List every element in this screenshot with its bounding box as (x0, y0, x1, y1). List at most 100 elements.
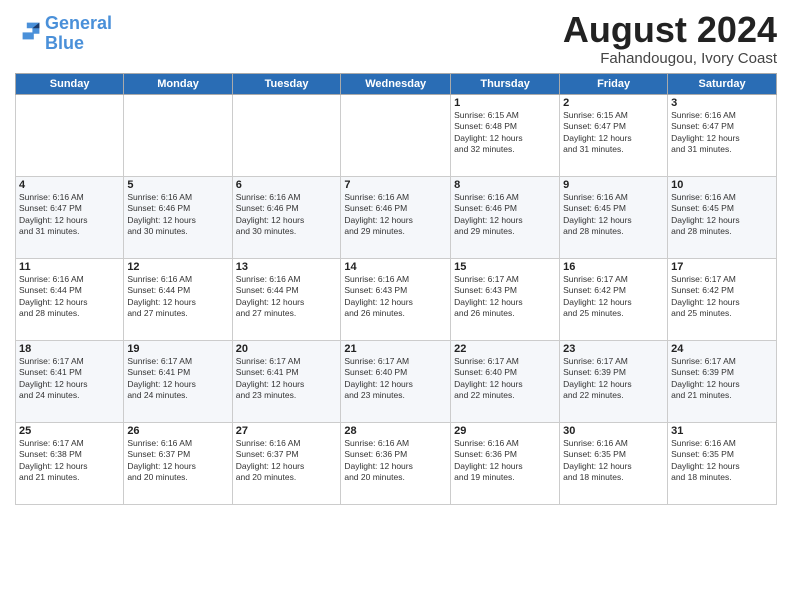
calendar-header-row: SundayMondayTuesdayWednesdayThursdayFrid… (16, 73, 777, 94)
day-number: 1 (454, 97, 556, 109)
logo-line1: General (45, 13, 112, 33)
day-info: Sunrise: 6:17 AM Sunset: 6:41 PM Dayligh… (236, 356, 338, 402)
day-info: Sunrise: 6:15 AM Sunset: 6:48 PM Dayligh… (454, 110, 556, 156)
day-number: 5 (127, 179, 228, 191)
day-number: 23 (563, 343, 664, 355)
calendar-cell: 14Sunrise: 6:16 AM Sunset: 6:43 PM Dayli… (341, 258, 451, 340)
page: General Blue August 2024 Fahandougou, Iv… (0, 0, 792, 612)
subtitle: Fahandougou, Ivory Coast (563, 50, 777, 67)
logo: General Blue (15, 14, 112, 54)
main-title: August 2024 (563, 10, 777, 50)
day-number: 13 (236, 261, 338, 273)
day-number: 20 (236, 343, 338, 355)
weekday-header: Thursday (451, 73, 560, 94)
calendar-week-row: 4Sunrise: 6:16 AM Sunset: 6:47 PM Daylig… (16, 176, 777, 258)
calendar-cell: 30Sunrise: 6:16 AM Sunset: 6:35 PM Dayli… (560, 422, 668, 504)
day-info: Sunrise: 6:17 AM Sunset: 6:42 PM Dayligh… (671, 274, 773, 320)
logo-line2: Blue (45, 33, 84, 53)
calendar-week-row: 11Sunrise: 6:16 AM Sunset: 6:44 PM Dayli… (16, 258, 777, 340)
day-info: Sunrise: 6:16 AM Sunset: 6:45 PM Dayligh… (563, 192, 664, 238)
calendar-cell: 6Sunrise: 6:16 AM Sunset: 6:46 PM Daylig… (232, 176, 341, 258)
day-number: 8 (454, 179, 556, 191)
day-info: Sunrise: 6:17 AM Sunset: 6:39 PM Dayligh… (671, 356, 773, 402)
calendar-cell: 8Sunrise: 6:16 AM Sunset: 6:46 PM Daylig… (451, 176, 560, 258)
day-number: 26 (127, 425, 228, 437)
calendar-cell: 29Sunrise: 6:16 AM Sunset: 6:36 PM Dayli… (451, 422, 560, 504)
calendar-cell: 20Sunrise: 6:17 AM Sunset: 6:41 PM Dayli… (232, 340, 341, 422)
calendar-cell: 10Sunrise: 6:16 AM Sunset: 6:45 PM Dayli… (668, 176, 777, 258)
day-number: 18 (19, 343, 120, 355)
weekday-header: Friday (560, 73, 668, 94)
day-number: 29 (454, 425, 556, 437)
day-number: 6 (236, 179, 338, 191)
calendar-cell (232, 94, 341, 176)
day-info: Sunrise: 6:16 AM Sunset: 6:45 PM Dayligh… (671, 192, 773, 238)
calendar-cell: 11Sunrise: 6:16 AM Sunset: 6:44 PM Dayli… (16, 258, 124, 340)
day-number: 2 (563, 97, 664, 109)
day-info: Sunrise: 6:17 AM Sunset: 6:41 PM Dayligh… (127, 356, 228, 402)
day-info: Sunrise: 6:16 AM Sunset: 6:35 PM Dayligh… (671, 438, 773, 484)
day-info: Sunrise: 6:16 AM Sunset: 6:37 PM Dayligh… (127, 438, 228, 484)
calendar-week-row: 25Sunrise: 6:17 AM Sunset: 6:38 PM Dayli… (16, 422, 777, 504)
day-info: Sunrise: 6:15 AM Sunset: 6:47 PM Dayligh… (563, 110, 664, 156)
calendar-cell: 2Sunrise: 6:15 AM Sunset: 6:47 PM Daylig… (560, 94, 668, 176)
calendar-cell: 23Sunrise: 6:17 AM Sunset: 6:39 PM Dayli… (560, 340, 668, 422)
day-info: Sunrise: 6:17 AM Sunset: 6:42 PM Dayligh… (563, 274, 664, 320)
day-number: 9 (563, 179, 664, 191)
day-info: Sunrise: 6:16 AM Sunset: 6:44 PM Dayligh… (236, 274, 338, 320)
calendar-cell: 19Sunrise: 6:17 AM Sunset: 6:41 PM Dayli… (124, 340, 232, 422)
weekday-header: Monday (124, 73, 232, 94)
day-info: Sunrise: 6:16 AM Sunset: 6:37 PM Dayligh… (236, 438, 338, 484)
calendar-cell: 16Sunrise: 6:17 AM Sunset: 6:42 PM Dayli… (560, 258, 668, 340)
day-number: 28 (344, 425, 447, 437)
calendar-cell: 9Sunrise: 6:16 AM Sunset: 6:45 PM Daylig… (560, 176, 668, 258)
calendar-cell: 22Sunrise: 6:17 AM Sunset: 6:40 PM Dayli… (451, 340, 560, 422)
weekday-header: Sunday (16, 73, 124, 94)
weekday-header: Tuesday (232, 73, 341, 94)
day-number: 4 (19, 179, 120, 191)
day-info: Sunrise: 6:16 AM Sunset: 6:47 PM Dayligh… (671, 110, 773, 156)
day-info: Sunrise: 6:16 AM Sunset: 6:43 PM Dayligh… (344, 274, 447, 320)
logo-icon (17, 17, 45, 45)
day-info: Sunrise: 6:16 AM Sunset: 6:36 PM Dayligh… (344, 438, 447, 484)
day-info: Sunrise: 6:16 AM Sunset: 6:46 PM Dayligh… (344, 192, 447, 238)
day-number: 31 (671, 425, 773, 437)
day-number: 12 (127, 261, 228, 273)
day-info: Sunrise: 6:16 AM Sunset: 6:46 PM Dayligh… (454, 192, 556, 238)
calendar-cell (16, 94, 124, 176)
day-number: 21 (344, 343, 447, 355)
calendar-cell: 17Sunrise: 6:17 AM Sunset: 6:42 PM Dayli… (668, 258, 777, 340)
day-number: 15 (454, 261, 556, 273)
calendar-cell: 3Sunrise: 6:16 AM Sunset: 6:47 PM Daylig… (668, 94, 777, 176)
calendar-cell (341, 94, 451, 176)
calendar-cell: 5Sunrise: 6:16 AM Sunset: 6:46 PM Daylig… (124, 176, 232, 258)
calendar-cell: 1Sunrise: 6:15 AM Sunset: 6:48 PM Daylig… (451, 94, 560, 176)
calendar-cell: 7Sunrise: 6:16 AM Sunset: 6:46 PM Daylig… (341, 176, 451, 258)
day-info: Sunrise: 6:17 AM Sunset: 6:40 PM Dayligh… (344, 356, 447, 402)
logo-text: General Blue (45, 14, 112, 54)
calendar-cell (124, 94, 232, 176)
calendar-cell: 4Sunrise: 6:16 AM Sunset: 6:47 PM Daylig… (16, 176, 124, 258)
calendar-week-row: 1Sunrise: 6:15 AM Sunset: 6:48 PM Daylig… (16, 94, 777, 176)
day-number: 7 (344, 179, 447, 191)
day-info: Sunrise: 6:16 AM Sunset: 6:36 PM Dayligh… (454, 438, 556, 484)
day-info: Sunrise: 6:17 AM Sunset: 6:38 PM Dayligh… (19, 438, 120, 484)
day-info: Sunrise: 6:16 AM Sunset: 6:44 PM Dayligh… (127, 274, 228, 320)
calendar-cell: 21Sunrise: 6:17 AM Sunset: 6:40 PM Dayli… (341, 340, 451, 422)
day-info: Sunrise: 6:16 AM Sunset: 6:35 PM Dayligh… (563, 438, 664, 484)
calendar-cell: 28Sunrise: 6:16 AM Sunset: 6:36 PM Dayli… (341, 422, 451, 504)
day-info: Sunrise: 6:16 AM Sunset: 6:44 PM Dayligh… (19, 274, 120, 320)
calendar-cell: 13Sunrise: 6:16 AM Sunset: 6:44 PM Dayli… (232, 258, 341, 340)
day-info: Sunrise: 6:17 AM Sunset: 6:41 PM Dayligh… (19, 356, 120, 402)
weekday-header: Saturday (668, 73, 777, 94)
day-info: Sunrise: 6:16 AM Sunset: 6:46 PM Dayligh… (127, 192, 228, 238)
day-number: 14 (344, 261, 447, 273)
day-number: 30 (563, 425, 664, 437)
calendar-cell: 12Sunrise: 6:16 AM Sunset: 6:44 PM Dayli… (124, 258, 232, 340)
day-info: Sunrise: 6:16 AM Sunset: 6:46 PM Dayligh… (236, 192, 338, 238)
calendar-cell: 15Sunrise: 6:17 AM Sunset: 6:43 PM Dayli… (451, 258, 560, 340)
weekday-header: Wednesday (341, 73, 451, 94)
day-number: 3 (671, 97, 773, 109)
day-info: Sunrise: 6:16 AM Sunset: 6:47 PM Dayligh… (19, 192, 120, 238)
day-number: 17 (671, 261, 773, 273)
